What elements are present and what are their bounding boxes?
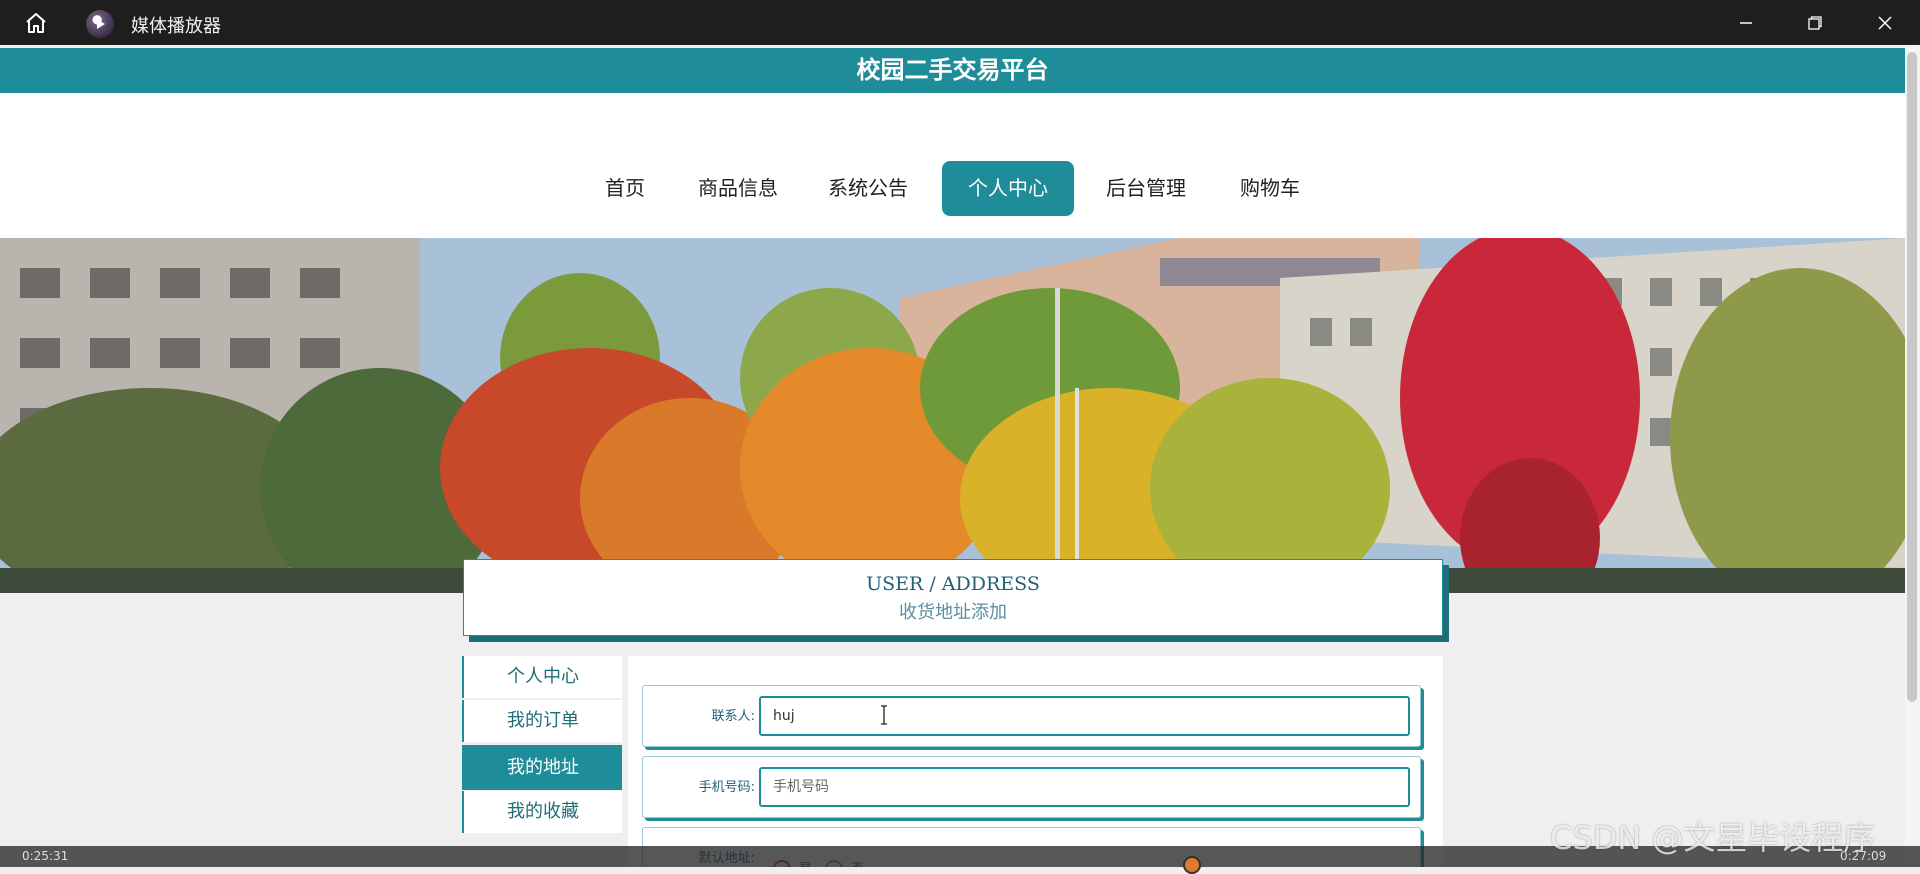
phone-label: 手机号码:: [698, 780, 755, 795]
address-form: 联系人: 手机号码: 默认地址: 是 否: [628, 656, 1443, 867]
current-time: 0:25:31: [22, 849, 69, 863]
text-cursor-icon: [881, 705, 887, 725]
nav-announcements[interactable]: 系统公告: [820, 161, 916, 216]
window-titlebar: 媒体播放器: [0, 0, 1920, 45]
home-icon[interactable]: [18, 9, 54, 37]
campus-scene: [0, 238, 1905, 593]
csdn-watermark: CSDN @文星毕设程序: [1550, 819, 1876, 857]
nav-admin[interactable]: 后台管理: [1098, 161, 1194, 216]
media-player-icon: [86, 10, 114, 38]
close-icon[interactable]: [1862, 8, 1908, 38]
restore-icon[interactable]: [1792, 8, 1838, 38]
scrollbar-thumb[interactable]: [1907, 52, 1917, 702]
contact-row: 联系人:: [642, 685, 1421, 747]
campus-banner-image: [0, 238, 1905, 593]
site-title: 校园二手交易平台: [0, 48, 1905, 93]
web-page: 校园二手交易平台 首页 商品信息 系统公告 个人中心 后台管理 购物车 USER…: [0, 45, 1905, 867]
heading-chinese: 收货地址添加: [899, 602, 1007, 623]
sidebar-item-my-address[interactable]: 我的地址: [462, 745, 622, 790]
phone-row: 手机号码:: [642, 756, 1421, 818]
nav-personal-center[interactable]: 个人中心: [942, 161, 1074, 216]
seek-knob[interactable]: [1183, 856, 1201, 874]
contact-input[interactable]: [759, 696, 1410, 736]
nav-cart[interactable]: 购物车: [1230, 161, 1310, 216]
minimize-icon[interactable]: [1723, 8, 1769, 38]
nav-home[interactable]: 首页: [590, 161, 660, 216]
nav-products[interactable]: 商品信息: [690, 161, 786, 216]
main-nav: 首页 商品信息 系统公告 个人中心 后台管理 购物车: [0, 93, 1905, 238]
phone-input[interactable]: [759, 767, 1410, 807]
sidebar-item-personal-center[interactable]: 个人中心: [462, 656, 622, 698]
section-heading: USER / ADDRESS 收货地址添加: [463, 559, 1443, 636]
window-title: 媒体播放器: [131, 16, 221, 37]
sidebar-item-my-orders[interactable]: 我的订单: [462, 700, 622, 742]
contact-label: 联系人:: [711, 709, 755, 724]
sidebar-item-my-favorites[interactable]: 我的收藏: [462, 791, 622, 833]
heading-english: USER / ADDRESS: [866, 573, 1040, 595]
